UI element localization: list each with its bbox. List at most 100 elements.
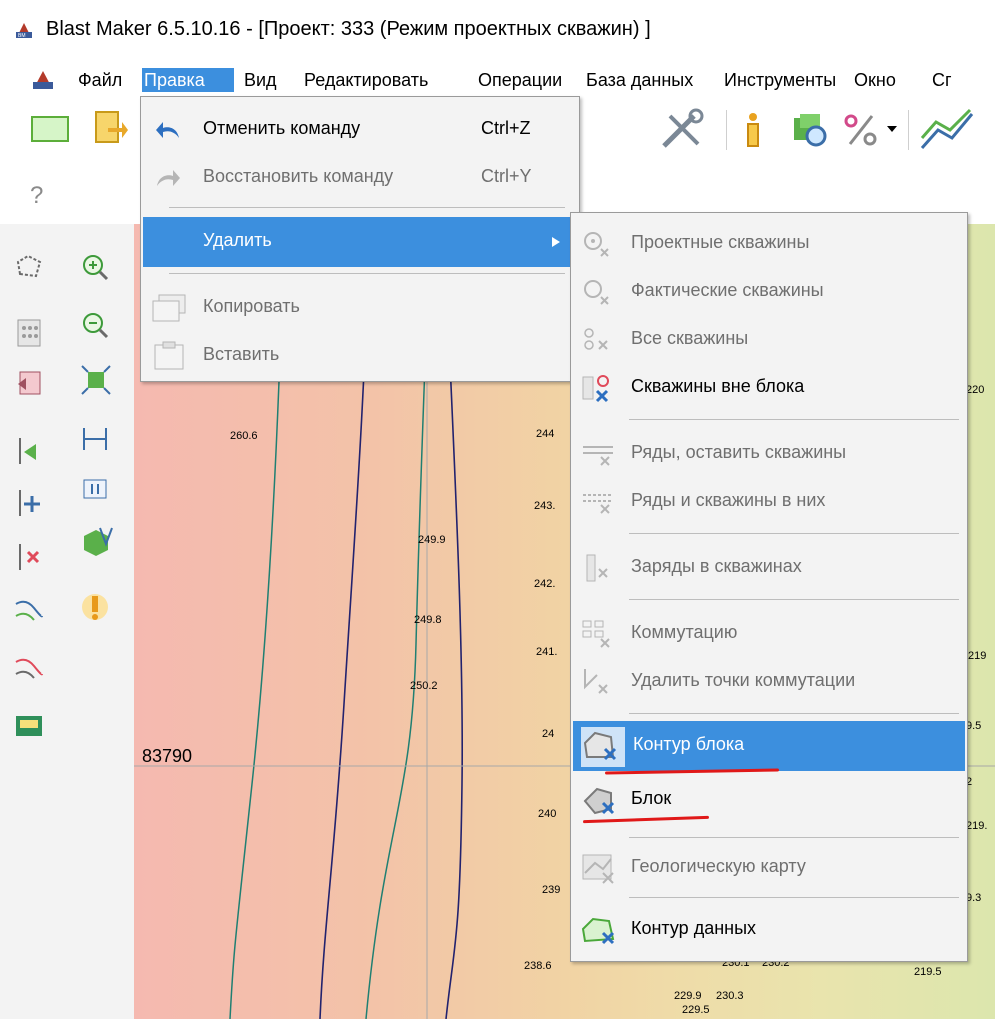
menu-item-paste[interactable]: Вставить — [141, 331, 579, 381]
design-holes-delete-icon — [584, 232, 609, 257]
copy-icon — [152, 294, 186, 322]
map-point-label: 9.3 — [966, 892, 982, 904]
redo-icon — [157, 170, 180, 186]
map-layer-icon[interactable] — [14, 714, 44, 738]
coordinate-label: 83790 — [142, 746, 193, 766]
open-project-icon[interactable] — [92, 108, 128, 148]
3d-view-icon[interactable] — [80, 524, 114, 558]
submenu-item-charges[interactable]: Заряды в скважинах — [571, 543, 967, 593]
map-point-label: 242. — [534, 578, 556, 590]
import-block-icon[interactable] — [14, 368, 44, 398]
row-edit-icon[interactable] — [14, 652, 44, 686]
block-delete-icon — [583, 787, 615, 815]
data-contour-delete-icon — [581, 917, 615, 945]
delete-submenu: Проектные скважины Фактические скважины … — [570, 212, 968, 962]
submenu-item-block-contour[interactable]: Контур блока — [573, 721, 965, 771]
menu-item-shortcut: Ctrl+Z — [481, 118, 531, 138]
rows-delete-icon — [583, 446, 613, 466]
menu-view[interactable]: Вид — [242, 68, 279, 92]
settings-tools-icon[interactable] — [654, 106, 710, 152]
app-logo-icon: BM — [14, 20, 34, 40]
dropdown-arrow-icon[interactable] — [886, 124, 898, 134]
map-point-label: 219.5 — [914, 966, 942, 978]
menu-item-shortcut: Ctrl+Y — [481, 166, 532, 186]
map-point-label: 229.9 — [674, 990, 702, 1002]
menu-item-copy[interactable]: Копировать — [141, 283, 579, 333]
new-project-icon[interactable] — [30, 114, 70, 144]
percent-icon[interactable] — [842, 112, 880, 148]
submenu-item-rows-keep-holes[interactable]: Ряды, оставить скважины — [571, 429, 967, 479]
submenu-item-geological-map[interactable]: Геологическую карту — [571, 843, 967, 893]
polygon-select-icon[interactable] — [14, 252, 44, 282]
row-add-icon[interactable] — [14, 594, 44, 628]
menu-operations[interactable]: Операции — [476, 68, 564, 92]
menu-separator — [169, 273, 565, 274]
blocks-search-icon[interactable] — [790, 110, 830, 150]
map-point-label: 220 — [966, 384, 985, 396]
menu-item-label: Вставить — [203, 344, 280, 364]
zoom-out-icon[interactable] — [80, 310, 110, 340]
submenu-item-block[interactable]: Блок — [571, 775, 967, 825]
toolbar-separator — [726, 110, 727, 150]
warning-icon[interactable] — [80, 590, 110, 624]
menu-service[interactable]: Сг — [930, 68, 954, 92]
toolbar-separator — [908, 110, 909, 150]
move-hole-icon[interactable] — [14, 486, 44, 520]
measure-distance-icon[interactable] — [80, 424, 110, 454]
menu-database[interactable]: База данных — [584, 68, 695, 92]
submenu-item-data-contour[interactable]: Контур данных — [571, 905, 967, 955]
zoom-extents-icon[interactable] — [80, 364, 112, 396]
map-point-label: 244 — [536, 428, 555, 440]
submenu-item-commutation[interactable]: Коммутацию — [571, 609, 967, 659]
map-point-label: 241. — [536, 646, 558, 658]
map-point-label: 229.5 — [682, 1004, 710, 1016]
menu-app-icon[interactable] — [30, 68, 56, 92]
add-hole-icon[interactable] — [14, 434, 44, 468]
menu-window[interactable]: Окно — [852, 68, 898, 92]
holes-outside-block-icon — [582, 375, 609, 403]
map-point-label: 24 — [542, 728, 555, 740]
delete-hole-icon[interactable] — [14, 540, 44, 574]
map-point-label: 240 — [538, 808, 557, 820]
info-icon[interactable] — [740, 110, 766, 150]
title-bar: BM Blast Maker 6.5.10.16 - [Проект: 333 … — [0, 0, 995, 52]
submenu-item-design-holes[interactable]: Проектные скважины — [571, 219, 967, 269]
menu-item-label: Заряды в скважинах — [631, 556, 802, 576]
map-point-label: 260.6 — [230, 430, 258, 442]
menu-separator — [629, 897, 959, 898]
menu-item-redo[interactable]: Восстановить команду Ctrl+Y — [141, 153, 579, 203]
submenu-item-all-holes[interactable]: Все скважины — [571, 315, 967, 365]
map-point-label: 249.8 — [414, 614, 442, 626]
menu-item-label: Геологическую карту — [631, 856, 806, 876]
menu-separator — [629, 599, 959, 600]
menu-tools[interactable]: Инструменты — [722, 68, 838, 92]
text-block-icon[interactable] — [80, 474, 110, 504]
submenu-item-actual-holes[interactable]: Фактические скважины — [571, 267, 967, 317]
submenu-item-holes-outside-block[interactable]: Скважины вне блока — [571, 363, 967, 413]
window-title: Blast Maker 6.5.10.16 - [Проект: 333 (Ре… — [46, 18, 651, 40]
charges-delete-icon — [586, 554, 608, 582]
edit-menu: Отменить команду Ctrl+Z Восстановить ком… — [140, 96, 580, 382]
menu-edit[interactable]: Правка — [142, 68, 234, 92]
menu-edit-object[interactable]: Редактировать — [302, 68, 430, 92]
menu-separator — [629, 713, 959, 714]
svg-text:BM: BM — [18, 33, 26, 39]
menu-item-label: Коммутацию — [631, 622, 738, 642]
submenu-item-rows-and-holes[interactable]: Ряды и скважины в них — [571, 477, 967, 527]
menu-separator — [629, 533, 959, 534]
geological-map-delete-icon — [582, 854, 614, 884]
menu-item-label: Восстановить команду — [203, 166, 394, 186]
map-point-label: 238.6 — [524, 960, 552, 972]
menu-item-delete[interactable]: Удалить — [143, 217, 577, 267]
lines-chart-icon[interactable] — [918, 108, 974, 152]
paste-icon — [154, 341, 184, 370]
menu-item-label: Проектные скважины — [631, 232, 810, 252]
menu-file[interactable]: Файл — [76, 68, 124, 92]
menu-item-undo[interactable]: Отменить команду Ctrl+Z — [141, 105, 579, 155]
menu-item-label: Ряды, оставить скважины — [631, 442, 847, 462]
map-point-label: 219 — [968, 650, 987, 662]
zoom-in-icon[interactable] — [80, 252, 110, 282]
help-icon[interactable]: ? — [30, 182, 43, 210]
submenu-item-commutation-points[interactable]: Удалить точки коммутации — [571, 657, 967, 707]
grid-pattern-icon[interactable] — [14, 316, 44, 350]
